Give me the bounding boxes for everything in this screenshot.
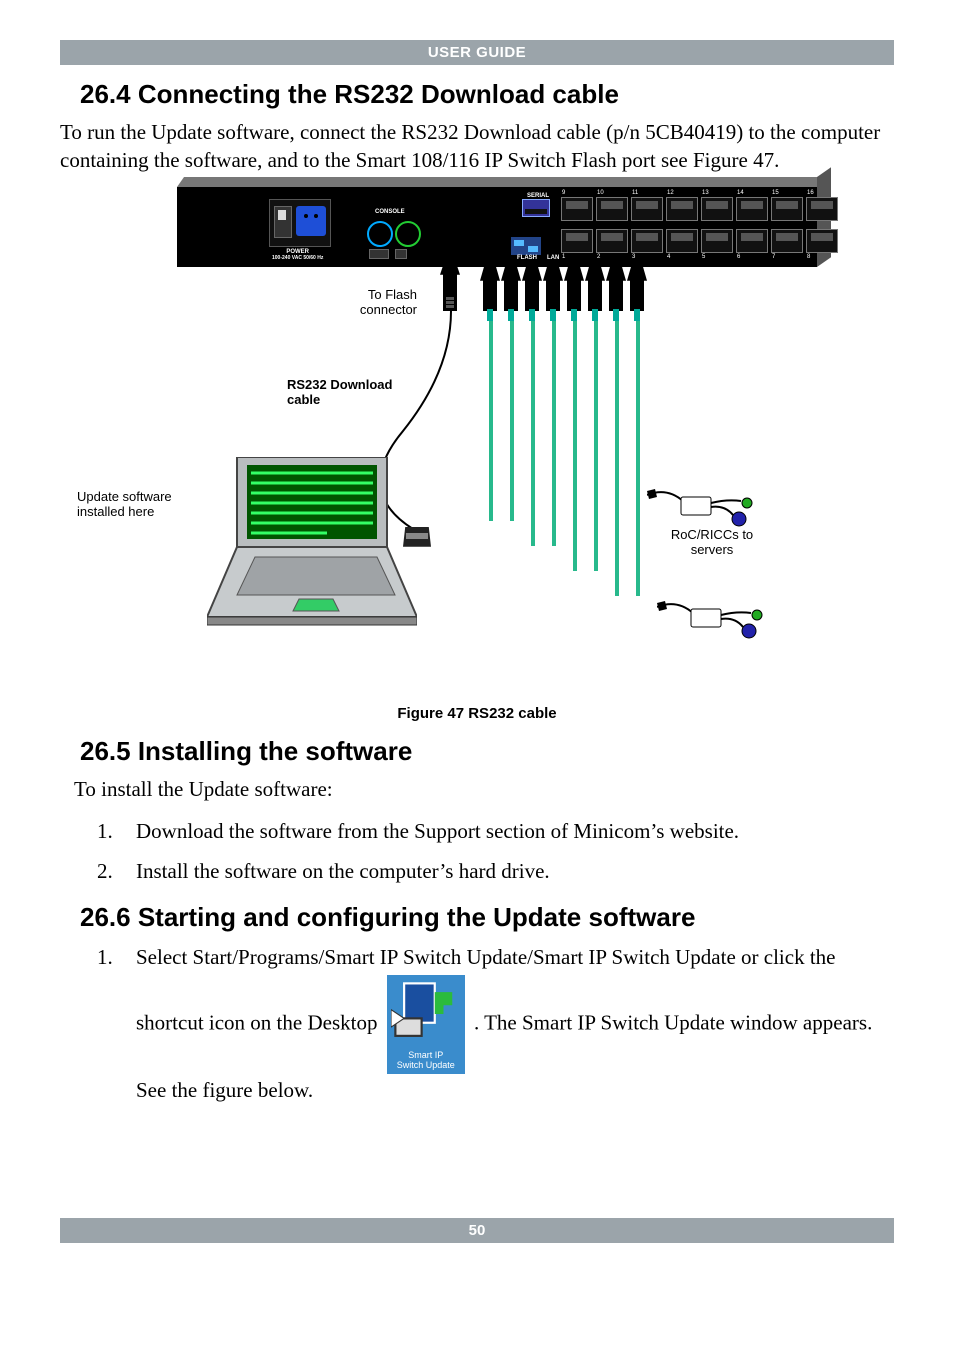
rj-port-2: 2 [596,229,628,253]
rj-port-11: 11 [631,197,663,221]
power-module [269,199,331,247]
section-26-6-heading: 26.6 Starting and configuring the Update… [80,902,894,933]
start-steps: Select Start/Programs/Smart IP Switch Up… [60,941,894,1108]
label-console: CONSOLE [375,209,405,215]
section-26-4-heading: 26.4 Connecting the RS232 Download cable [80,79,894,110]
rj-port-5: 5 [701,229,733,253]
rj-port-13: 13 [701,197,733,221]
install-step-1: Download the software from the Support s… [118,815,894,849]
footer-bar: 50 [60,1218,894,1243]
rj45-plug-icon [630,279,644,311]
desktop-shortcut-icon: Smart IP Switch Update [387,975,465,1075]
cat5-cable-icon [510,321,514,521]
rj45-plug-flash-icon [443,273,457,311]
rj45-plug-icon [588,279,602,311]
figure-47: POWER 100-240 VAC 50/60 Hz CONSOLE SERIA… [60,187,894,722]
rj45-plug-icon [567,279,581,311]
install-steps: Download the software from the Support s… [60,815,894,888]
figure-47-caption: Figure 47 RS232 cable [60,705,894,722]
laptop-icon [207,457,417,627]
rj-port-7: 7 [771,229,803,253]
section-26-5-heading: 26.5 Installing the software [80,736,894,767]
rj-port-12: 12 [666,197,698,221]
cat5-cable-icon [615,321,619,596]
cat5-cable-icon [531,321,535,546]
label-update-here: Update software installed here [77,489,207,519]
label-to-flash: To Flash connector [317,287,417,317]
rj-port-3: 3 [631,229,663,253]
start-step-1: Select Start/Programs/Smart IP Switch Up… [118,941,894,1108]
install-step-2: Install the software on the computer’s h… [118,855,894,889]
rj-row-bottom: 1 2 3 4 5 6 7 8 [561,229,838,253]
cat5-cable-icon [552,321,556,546]
cat5-cable-icon [636,321,640,596]
rack-unit: POWER 100-240 VAC 50/60 Hz CONSOLE SERIA… [177,187,817,267]
rj45-plug-row [483,279,644,311]
rj-port-4: 4 [666,229,698,253]
section-26-4-body: To run the Update software, connect the … [60,118,894,175]
label-lan: LAN [547,255,559,261]
rack-top-face [177,177,824,187]
ricc-dongle-icon [647,487,757,535]
rj-port-10: 10 [596,197,628,221]
rj-port-8: 8 [806,229,838,253]
diagram-rs232: POWER 100-240 VAC 50/60 Hz CONSOLE SERIA… [97,187,857,697]
rj45-plug-icon [546,279,560,311]
aux-port-b-icon [395,249,407,259]
rj-row-top: 9 10 11 12 13 14 15 16 [561,197,838,221]
section-26-5-intro: To install the Update software: [74,775,894,803]
serial-port-icon [522,199,550,217]
cat5-cable-icon [573,321,577,571]
rj-port-15: 15 [771,197,803,221]
console-port-kbms-icon [367,221,393,247]
label-flash: FLASH [517,255,537,261]
rj-port-14: 14 [736,197,768,221]
cat5-cable-icon [489,321,493,521]
rj-port-1: 1 [561,229,593,253]
shortcut-label-line2: Switch Update [391,1061,461,1071]
console-port-video-icon [395,221,421,247]
rj45-plug-icon [525,279,539,311]
rj-port-9: 9 [561,197,593,221]
rj45-plug-icon [609,279,623,311]
rj45-plug-icon [504,279,518,311]
flash-port-icon [511,237,541,255]
aux-port-a-icon [369,249,389,259]
label-power: POWER 100-240 VAC 50/60 Hz [272,249,323,262]
ricc-dongle-icon [657,599,767,647]
header-bar: USER GUIDE [60,40,894,65]
rj-port-6: 6 [736,229,768,253]
cat5-cable-icon [594,321,598,571]
rj45-plug-icon [483,279,497,311]
rj-port-16: 16 [806,197,838,221]
power-inlet-icon [296,206,326,236]
label-rs232-cable: RS232 Download cable [287,377,427,407]
power-switch-icon [274,206,292,238]
